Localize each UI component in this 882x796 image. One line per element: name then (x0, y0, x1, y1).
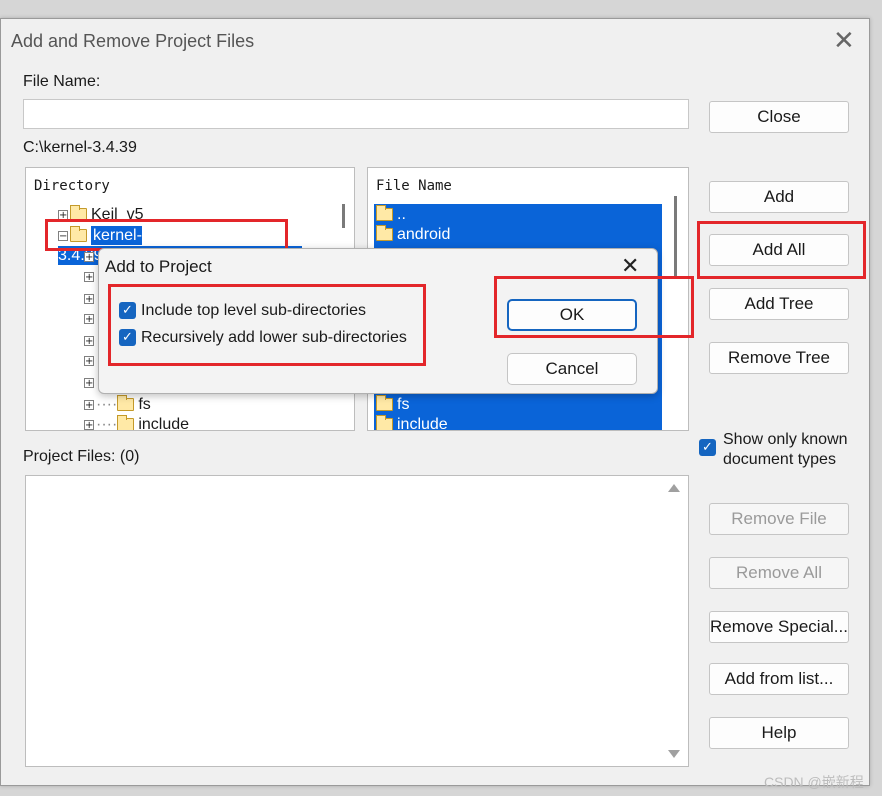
tree-item-label: include (138, 416, 190, 431)
scroll-down-icon[interactable] (668, 750, 680, 758)
file-list-header: File Name (376, 178, 452, 194)
file-item-include[interactable]: include (376, 415, 448, 431)
file-scrollbar[interactable] (674, 196, 677, 276)
directory-scrollbar[interactable] (342, 204, 345, 228)
add-from-list-button[interactable]: Add from list... (709, 663, 849, 695)
expand-icon[interactable]: + (84, 272, 94, 283)
window-title: Add and Remove Project Files (11, 31, 255, 51)
directory-header: Directory (34, 178, 110, 194)
file-item-android[interactable]: android (376, 225, 451, 244)
watermark: CSDN @嵌新程 (764, 774, 864, 790)
highlight-kernel-box (45, 219, 288, 251)
remove-file-button[interactable]: Remove File (709, 503, 849, 535)
expand-icon[interactable]: + (84, 356, 94, 367)
folder-icon (376, 395, 393, 412)
project-files-label: Project Files: (0) (23, 448, 140, 465)
expand-icon[interactable]: + (84, 336, 94, 347)
tree-item-label: fs (138, 396, 151, 413)
expand-icon[interactable]: + (84, 294, 94, 305)
folder-icon (376, 415, 393, 430)
folder-icon (117, 415, 135, 430)
add-button[interactable]: Add (709, 181, 849, 213)
file-item-label: include (397, 416, 448, 431)
window-close-icon[interactable]: ✕ (833, 27, 855, 53)
folder-up-icon (376, 205, 393, 222)
file-item-label: .. (397, 206, 406, 223)
tree-item-fs[interactable]: + ···· fs (84, 395, 151, 414)
remove-special-button[interactable]: Remove Special... (709, 611, 849, 643)
highlight-ok-box (494, 276, 694, 338)
expand-icon[interactable]: + (84, 378, 94, 389)
file-item-label: android (397, 226, 451, 243)
close-button[interactable]: Close (709, 101, 849, 133)
remove-tree-button[interactable]: Remove Tree (709, 342, 849, 374)
tree-item-include[interactable]: + ···· include (84, 415, 190, 431)
show-known-line2: document types (723, 451, 836, 468)
folder-icon (117, 395, 135, 412)
expand-icon[interactable]: + (84, 314, 94, 325)
current-path: C:\kernel-3.4.39 (23, 139, 137, 156)
highlight-options-box (108, 284, 426, 366)
add-tree-button[interactable]: Add Tree (709, 288, 849, 320)
show-known-label: Show only known document types (723, 430, 848, 470)
help-button[interactable]: Help (709, 717, 849, 749)
file-name-input[interactable] (23, 99, 689, 129)
folder-icon (376, 225, 393, 242)
cancel-button[interactable]: Cancel (507, 353, 637, 385)
file-item-label: fs (397, 396, 410, 413)
expand-icon[interactable]: + (84, 399, 94, 410)
scroll-up-icon[interactable] (668, 484, 680, 492)
file-item-parent[interactable]: .. (376, 205, 406, 224)
highlight-add-all-box (697, 221, 866, 279)
show-known-line1: Show only known (723, 431, 848, 448)
project-files-list[interactable] (25, 475, 689, 767)
expand-icon[interactable]: + (84, 252, 94, 263)
file-name-label: File Name: (23, 73, 101, 90)
add-remove-files-window: Add and Remove Project Files ✕ File Name… (0, 18, 870, 786)
dialog-title: Add to Project (105, 257, 212, 276)
file-item-fs[interactable]: fs (376, 395, 410, 414)
remove-all-button[interactable]: Remove All (709, 557, 849, 589)
show-known-checkbox[interactable]: ✓ (699, 439, 716, 456)
tree-child-expanders: + + + + + + + (84, 248, 94, 398)
expand-icon[interactable]: + (84, 419, 94, 430)
